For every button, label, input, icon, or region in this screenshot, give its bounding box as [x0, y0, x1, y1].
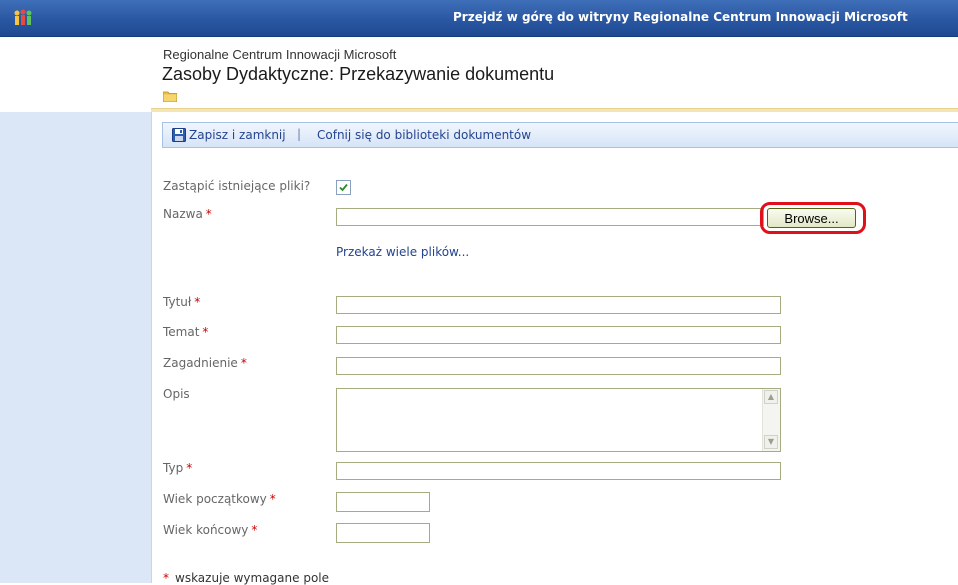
left-navigation-panel: [0, 112, 152, 583]
required-marker: *: [202, 325, 209, 339]
age-start-input[interactable]: [337, 495, 429, 513]
save-and-close-button[interactable]: Zapisz i zamknij: [189, 128, 286, 142]
file-name-input[interactable]: [337, 212, 763, 228]
browse-button[interactable]: Browse...: [767, 208, 856, 228]
age-start-label: Wiek początkowy *: [163, 492, 276, 506]
required-marker: *: [251, 523, 258, 537]
save-icon[interactable]: [172, 128, 186, 142]
description-scrollbar[interactable]: ▲ ▼: [762, 389, 780, 451]
required-marker: *: [205, 207, 212, 221]
topic-field[interactable]: [336, 357, 781, 377]
file-name-field[interactable]: [336, 208, 764, 228]
subject-label-text: Temat: [163, 325, 200, 339]
age-end-field[interactable]: [336, 523, 430, 544]
topic-label: Zagadnienie *: [163, 356, 247, 370]
site-logo-icon: [14, 9, 32, 25]
type-field[interactable]: [336, 462, 781, 482]
overwrite-checkbox[interactable]: [336, 180, 351, 195]
age-start-label-text: Wiek początkowy: [163, 492, 267, 506]
age-start-field[interactable]: [336, 492, 430, 513]
title-label-text: Tytuł: [163, 295, 192, 309]
topic-label-text: Zagadnienie: [163, 356, 238, 370]
folder-icon: [163, 91, 177, 102]
description-textarea[interactable]: ▲ ▼: [336, 388, 781, 452]
age-end-label-text: Wiek końcowy: [163, 523, 249, 537]
subject-field[interactable]: [336, 326, 781, 346]
back-to-library-link[interactable]: Cofnij się do biblioteki dokumentów: [317, 128, 531, 142]
age-end-label: Wiek końcowy *: [163, 523, 257, 537]
type-label: Typ *: [163, 461, 192, 475]
site-name: Regionalne Centrum Innowacji Microsoft: [163, 47, 397, 62]
name-label: Nazwa *: [163, 207, 212, 221]
required-marker: *: [240, 356, 247, 370]
topic-input[interactable]: [337, 361, 780, 377]
type-label-text: Typ: [163, 461, 184, 475]
scroll-down-icon[interactable]: ▼: [764, 435, 778, 449]
form-toolbar: Zapisz i zamknij | Cofnij się do bibliot…: [162, 122, 958, 148]
overwrite-label: Zastąpić istniejące pliki?: [163, 179, 311, 193]
required-marker: *: [269, 492, 276, 506]
checkmark-icon: [339, 183, 348, 192]
title-label: Tytuł *: [163, 295, 200, 309]
go-up-to-site-link[interactable]: Przejdź w górę do witryny Regionalne Cen…: [453, 0, 958, 36]
required-marker: *: [186, 461, 193, 475]
subject-input[interactable]: [337, 330, 780, 346]
title-field[interactable]: [336, 296, 781, 316]
top-navigation-bar: Przejdź w górę do witryny Regionalne Cen…: [0, 0, 958, 37]
subject-label: Temat *: [163, 325, 208, 339]
upload-multiple-files-link[interactable]: Przekaż wiele plików...: [336, 245, 469, 259]
title-divider: [151, 108, 958, 112]
title-input[interactable]: [337, 300, 780, 316]
required-marker: *: [194, 295, 201, 309]
toolbar-separator: |: [297, 127, 302, 141]
scroll-up-icon[interactable]: ▲: [764, 390, 778, 404]
name-label-text: Nazwa: [163, 207, 203, 221]
description-label: Opis: [163, 387, 190, 401]
page-title: Zasoby Dydaktyczne: Przekazywanie dokume…: [162, 64, 555, 84]
age-end-input[interactable]: [337, 526, 429, 544]
type-input[interactable]: [337, 466, 780, 482]
